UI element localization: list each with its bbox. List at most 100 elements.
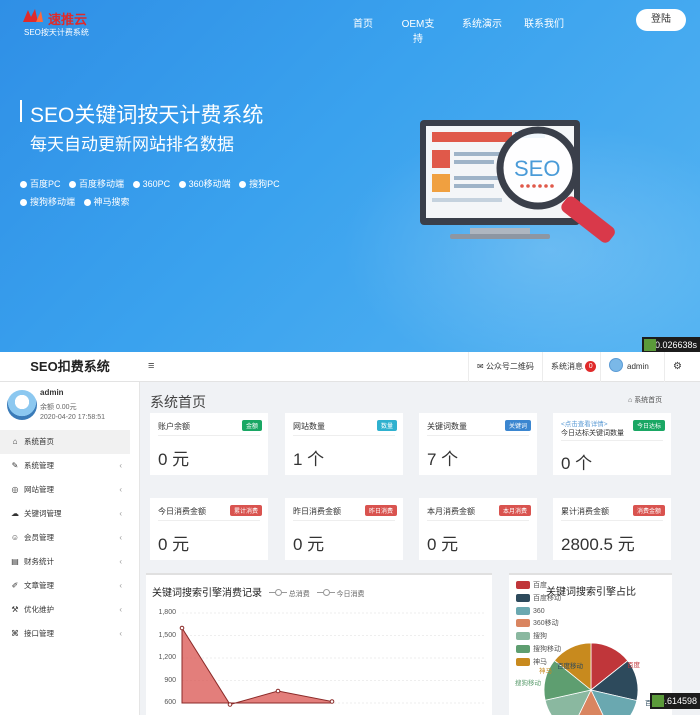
card-tag: 累计消费 xyxy=(229,505,262,516)
tool-icon: ⚒ xyxy=(11,605,19,614)
card-tag: 昨日消费 xyxy=(364,505,397,516)
card-tag: 关键词 xyxy=(504,420,531,431)
page-title: 系统首页 xyxy=(150,394,206,410)
chevron-left-icon: ‹ xyxy=(119,509,122,518)
sidebar-item-api[interactable]: ⌘ 接口管理 ‹ xyxy=(0,622,130,646)
nav-home[interactable]: 首页 xyxy=(350,15,376,45)
sidebar-item-articles[interactable]: ✐ 文章管理 ‹ xyxy=(0,574,130,598)
hero-banner: 速推云 SEO按天计费系统 首页 OEM支持 系统演示 联系我们 登陆 SEO关… xyxy=(0,0,700,352)
sidebar-item-label: 接口管理 xyxy=(24,629,54,638)
hero-subtitle: 每天自动更新网站排名数据 xyxy=(30,135,234,154)
seo-monitor-illustration: SEO xyxy=(420,120,615,243)
wechat-icon: ✉ xyxy=(477,362,486,371)
admin-topbar: SEO扣费系统 ≡ ✉ 公众号二维码 系统消息 0 admin ⚙ xyxy=(0,352,700,382)
user-panel: admin 余额 0.00元 2020-04-20 17:58:51 xyxy=(0,382,140,432)
stat-card-sites: 网站数量 数量 1 个 xyxy=(285,413,403,475)
stat-card-month-spend: 本月消费金额 本月消费 0 元 xyxy=(419,498,537,560)
sidebar-item-label: 系统管理 xyxy=(24,461,54,470)
stat-card-keywords: 关键词数量 关键词 7 个 xyxy=(419,413,537,475)
menu-toggle-icon[interactable]: ≡ xyxy=(148,360,154,372)
avatar xyxy=(7,390,37,420)
sidebar-item-keywords[interactable]: ☁ 关键词管理 ‹ xyxy=(0,502,130,526)
consumption-area-chart xyxy=(179,612,486,707)
sidebar-item-label: 优化维护 xyxy=(24,605,54,614)
stat-card-total-spend: 累计消费金额 消费金额 2800.5 元 xyxy=(553,498,671,560)
card-value: 0 元 xyxy=(427,535,459,554)
timing-value: 0.614598 xyxy=(659,696,697,706)
user-avatar-small xyxy=(609,358,623,372)
data-point xyxy=(275,688,281,694)
platform-item: 搜狗PC xyxy=(239,175,280,193)
platform-item: 百度PC xyxy=(20,175,61,193)
chevron-left-icon: ‹ xyxy=(119,581,122,590)
stat-card-today-hits: <点击查看详情> 今日达标关键词数量 今日达标 0 个 xyxy=(553,413,671,475)
chart-icon: ▤ xyxy=(11,557,19,566)
data-point xyxy=(329,699,335,704)
nav-demo[interactable]: 系统演示 xyxy=(462,15,502,45)
user-balance: 余额 0.00元 xyxy=(40,404,77,411)
logo-name: 速推云 xyxy=(48,12,88,27)
user-menu-button[interactable]: admin xyxy=(600,352,657,382)
card-tag: 今日达标 xyxy=(632,420,665,431)
sidebar-item-optimization[interactable]: ⚒ 优化维护 ‹ xyxy=(0,598,130,622)
nav-contact[interactable]: 联系我们 xyxy=(524,15,564,45)
card-tag: 数量 xyxy=(376,420,397,431)
card-title: 今日达标关键词数量 xyxy=(561,430,624,437)
card-value: 7 个 xyxy=(427,450,459,469)
chevron-left-icon: ‹ xyxy=(119,629,122,638)
timer-icon xyxy=(652,695,664,707)
data-point xyxy=(227,702,233,707)
card-value: 0 个 xyxy=(561,454,593,473)
settings-gear-icon[interactable]: ⚙ xyxy=(664,352,690,382)
sidebar-item-label: 网站管理 xyxy=(24,485,54,494)
system-messages-button[interactable]: 系统消息 0 xyxy=(542,352,604,382)
card-title: 网站数量 xyxy=(293,422,325,431)
nav-oem[interactable]: OEM支持 xyxy=(398,15,438,45)
card-tag: 金额 xyxy=(241,420,262,431)
series-area-total xyxy=(181,626,333,706)
details-link[interactable]: <点击查看详情> xyxy=(561,418,608,428)
stat-card-balance: 账户余额 金额 0 元 xyxy=(150,413,268,475)
pie-slice-label: 百度 xyxy=(627,660,641,669)
consumption-chart-panel: 关键词搜索引擎消费记录 总消费 今日消费 1,800 1,500 1,200 900 6… xyxy=(146,573,492,715)
pie-slice-label: 搜狗移动 xyxy=(515,678,542,687)
hero-title: SEO关键词按天计费系统 xyxy=(30,104,264,127)
chevron-left-icon: ‹ xyxy=(119,485,122,494)
users-icon: ☺ xyxy=(10,533,20,542)
sidebar: admin 余额 0.00元 2020-04-20 17:58:51 ⌂ 系统首… xyxy=(0,382,140,715)
sidebar-item-websites[interactable]: ◎ 网站管理 ‹ xyxy=(0,478,130,502)
card-tag: 消费金额 xyxy=(632,505,665,516)
seo-text: SEO xyxy=(514,156,560,181)
card-title: 本月消费金额 xyxy=(427,507,475,516)
user-name: admin xyxy=(40,388,64,397)
qr-label: 公众号二维码 xyxy=(485,362,534,371)
qr-code-button[interactable]: ✉ 公众号二维码 xyxy=(468,352,542,382)
sidebar-item-label: 文章管理 xyxy=(24,581,54,590)
sidebar-item-home[interactable]: ⌂ 系统首页 xyxy=(0,430,130,454)
logo-subtitle: SEO按天计费系统 xyxy=(24,28,89,37)
messages-label: 系统消息 xyxy=(551,362,583,371)
admin-brand[interactable]: SEO扣费系统 xyxy=(0,352,140,382)
card-title: 关键词数量 xyxy=(427,422,467,431)
card-title: 累计消费金额 xyxy=(561,507,609,516)
sidebar-item-label: 财务统计 xyxy=(24,557,54,566)
login-button[interactable]: 登陆 xyxy=(636,9,686,31)
sidebar-item-members[interactable]: ☺ 会员管理 ‹ xyxy=(0,526,130,550)
data-point xyxy=(179,625,185,631)
platform-list: 百度PC 百度移动端 360PC 360移动端 搜狗PC 搜狗移动端 神马搜索 xyxy=(20,175,330,211)
platform-item: 百度移动端 xyxy=(69,175,124,193)
card-value: 1 个 xyxy=(293,450,325,469)
sidebar-item-system[interactable]: ✎ 系统管理 ‹ xyxy=(0,454,130,478)
user-login-time: 2020-04-20 17:58:51 xyxy=(40,414,105,421)
breadcrumb[interactable]: ⌂ 系统首页 xyxy=(628,395,662,405)
platform-item: 360移动端 xyxy=(179,175,231,193)
wrench-icon: ✎ xyxy=(11,461,19,470)
engine-share-panel: 关键词搜索引擎占比 百度 百度移动 360 360移动 搜狗 搜狗移动 神马 百度 百度移动神… xyxy=(509,573,672,715)
card-tag: 本月消费 xyxy=(498,505,531,516)
stat-card-today-spend: 今日消费金额 累计消费 0 元 xyxy=(150,498,268,560)
breadcrumb-label: 系统首页 xyxy=(634,397,663,404)
card-value: 2800.5 元 xyxy=(561,535,635,554)
title-accent-bar xyxy=(20,100,22,122)
sidebar-item-label: 会员管理 xyxy=(24,533,54,542)
sidebar-item-finance[interactable]: ▤ 财务统计 ‹ xyxy=(0,550,130,574)
